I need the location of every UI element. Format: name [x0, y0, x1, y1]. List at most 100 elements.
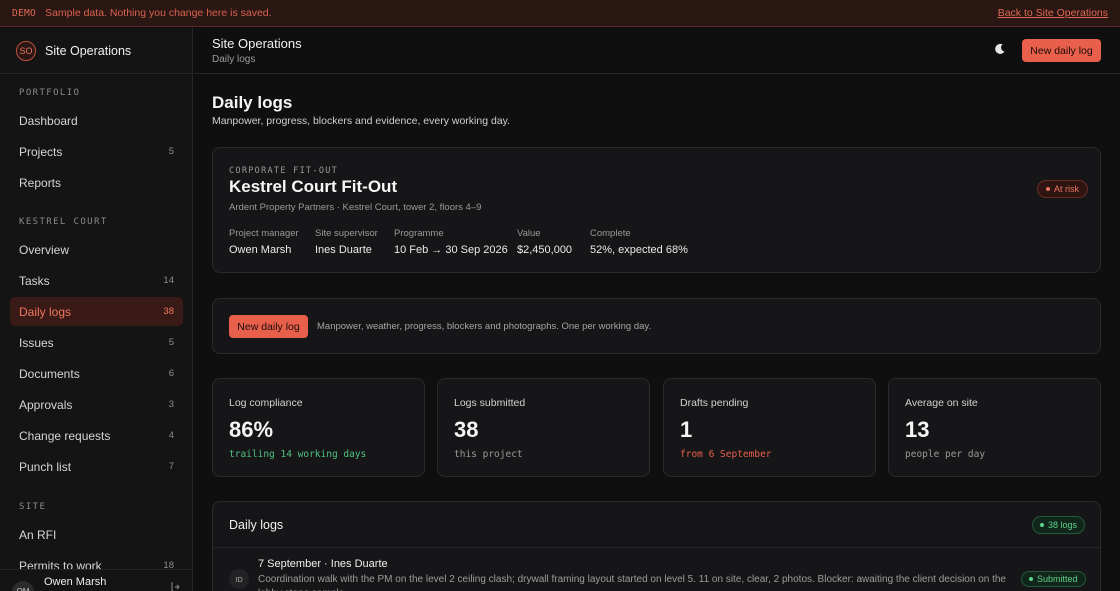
stat-label: Logs submitted: [454, 397, 526, 409]
section-label-site: SITE: [19, 502, 47, 512]
project-client-line: Ardent Property Partners · Kestrel Court…: [229, 202, 482, 213]
count-dot-icon: [1040, 523, 1044, 527]
sidebar-item-label: Documents: [19, 366, 80, 381]
demo-tag: DEMO: [12, 7, 37, 19]
logs-heading: Daily logs: [229, 518, 284, 532]
stat-note: people per day: [905, 449, 986, 460]
sidebar-item-punch-list[interactable]: Punch list 7: [10, 452, 183, 481]
status-badge-label: Submitted: [1037, 574, 1078, 584]
stat-value: 38: [454, 417, 479, 442]
sidebar-item-change-requests[interactable]: Change requests 4: [10, 421, 183, 450]
brand-name: Site Operations: [45, 43, 132, 58]
daily-logs-list: Daily logs 38 logs ID 7 September · Ines…: [212, 501, 1101, 591]
status-dot-icon: [1029, 577, 1033, 581]
sidebar: SO Site Operations PORTFOLIO Dashboard P…: [0, 28, 193, 591]
meta-label: Value: [517, 228, 541, 239]
sidebar-item-label: Projects: [19, 144, 63, 159]
stat-label: Log compliance: [229, 397, 303, 409]
status-badge: At risk: [1037, 180, 1089, 198]
stat-average-on-site: Average on site 13 people per day: [888, 378, 1101, 477]
new-daily-log-button[interactable]: New daily log: [1022, 39, 1101, 62]
avatar: OM: [12, 580, 34, 591]
meta-label: Programme: [394, 228, 444, 239]
page-title: Daily logs: [212, 93, 293, 112]
status-badge-label: At risk: [1054, 184, 1080, 194]
sidebar-item-projects[interactable]: Projects 5: [10, 137, 183, 166]
sidebar-item-label: Approvals: [19, 397, 73, 412]
sidebar-item-count: 38: [163, 306, 174, 317]
sidebar-item-count: 3: [168, 399, 174, 410]
avatar: ID: [229, 569, 249, 589]
stat-label: Drafts pending: [680, 397, 749, 409]
sidebar-item-count: 5: [168, 337, 174, 348]
meta-complete: Complete 52%, expected 68%: [590, 228, 688, 256]
sidebar-item-count: 14: [163, 275, 174, 286]
meta-site-supervisor: Site supervisor Ines Duarte: [315, 228, 378, 256]
sidebar-item-documents[interactable]: Documents 6: [10, 359, 183, 388]
sidebar-item-count: 6: [168, 368, 174, 379]
brand[interactable]: SO Site Operations: [0, 28, 192, 74]
sidebar-item-label: Overview: [19, 242, 70, 257]
demo-message: Sample data. Nothing you change here is …: [45, 7, 272, 19]
sidebar-item-label: An RFI: [19, 527, 57, 542]
sidebar-item-label: Dashboard: [19, 113, 78, 128]
meta-value: Ines Duarte: [315, 244, 372, 256]
project-kicker: CORPORATE FIT-OUT: [229, 166, 339, 176]
sidebar-item-label: Tasks: [19, 273, 50, 288]
stat-note: from 6 September: [680, 449, 772, 460]
stat-value: 13: [905, 417, 930, 442]
divider: [213, 547, 1100, 548]
sidebar-item-tasks[interactable]: Tasks 14: [10, 266, 183, 295]
section-label-kestrel-court: KESTREL COURT: [19, 217, 108, 227]
sidebar-item-daily-logs[interactable]: Daily logs 38: [10, 297, 183, 326]
moon-icon[interactable]: [994, 43, 1008, 57]
meta-value: $2,450,000: [517, 244, 573, 256]
sidebar-item-issues[interactable]: Issues 5: [10, 328, 183, 357]
page-subtitle: Manpower, progress, blockers and evidenc…: [212, 115, 511, 127]
section-label-portfolio: PORTFOLIO: [19, 88, 81, 98]
sidebar-item-overview[interactable]: Overview: [10, 235, 183, 264]
sidebar-item-label: Issues: [19, 335, 54, 350]
meta-programme: Programme 10 Feb → 30 Sep 2026: [394, 228, 508, 256]
top-header: Site Operations Daily logs New daily log: [194, 28, 1120, 74]
user-name: Owen Marsh: [44, 575, 107, 588]
back-to-site-operations-link[interactable]: Back to Site Operations: [998, 7, 1108, 19]
sidebar-item-count: 4: [168, 430, 174, 441]
logout-icon[interactable]: [171, 582, 181, 591]
log-title: 7 September · Ines Duarte: [258, 558, 388, 570]
meta-project-manager: Project manager Owen Marsh: [229, 228, 299, 256]
new-daily-log-panel-button[interactable]: New daily log: [229, 315, 308, 338]
sidebar-item-label: Punch list: [19, 459, 72, 474]
stat-value: 1: [680, 417, 693, 442]
sidebar-item-label: Daily logs: [19, 304, 72, 319]
stat-log-compliance: Log compliance 86% trailing 14 working d…: [212, 378, 425, 477]
meta-label: Site supervisor: [315, 228, 378, 239]
sidebar-item-approvals[interactable]: Approvals 3: [10, 390, 183, 419]
sidebar-item-an-rfi[interactable]: An RFI: [10, 520, 183, 549]
meta-label: Project manager: [229, 228, 299, 239]
project-card: CORPORATE FIT-OUT Kestrel Court Fit-Out …: [212, 147, 1101, 273]
new-log-hint: Manpower, weather, progress, blockers an…: [317, 321, 652, 332]
stat-label: Average on site: [905, 397, 978, 409]
sidebar-item-reports[interactable]: Reports: [10, 168, 183, 197]
logs-count-badge: 38 logs: [1032, 516, 1086, 534]
sidebar-item-dashboard[interactable]: Dashboard: [10, 106, 183, 135]
meta-value: Owen Marsh: [229, 244, 292, 256]
stat-logs-submitted: Logs submitted 38 this project: [437, 378, 650, 477]
stat-drafts-pending: Drafts pending 1 from 6 September: [663, 378, 876, 477]
meta-value: 52%, expected 68%: [590, 244, 688, 256]
logs-count-label: 38 logs: [1048, 520, 1078, 530]
stat-note: trailing 14 working days: [229, 449, 367, 460]
meta-label: Complete: [590, 228, 631, 239]
stat-note: this project: [454, 449, 523, 460]
meta-value-amount: Value $2,450,000: [517, 228, 572, 256]
status-dot-icon: [1046, 187, 1050, 191]
header-title: Site Operations: [212, 36, 302, 51]
breadcrumb: Daily logs: [212, 54, 256, 65]
sidebar-item-count: 7: [168, 461, 174, 472]
meta-value: 10 Feb → 30 Sep 2026: [394, 244, 508, 256]
new-log-panel: New daily log Manpower, weather, progres…: [212, 298, 1101, 354]
sidebar-item-label: Reports: [19, 175, 62, 190]
log-description: Coordination walk with the PM on the lev…: [258, 574, 1006, 591]
user-menu[interactable]: OM Owen Marsh: [0, 569, 192, 591]
